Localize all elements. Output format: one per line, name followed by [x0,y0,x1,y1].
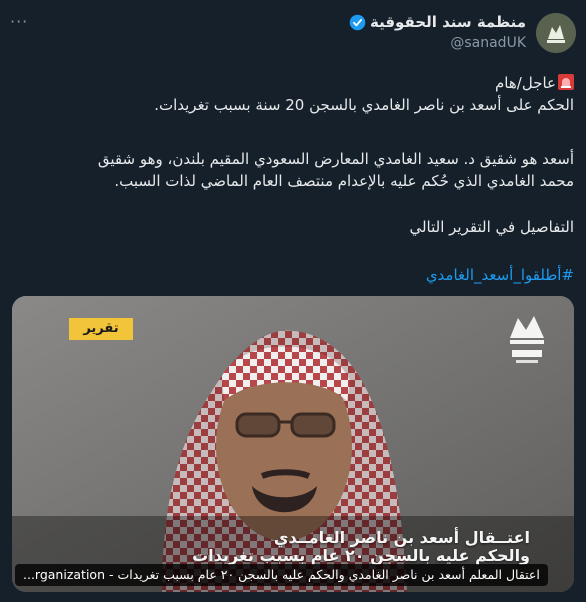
media-caption-line2: والحكم عليه بالسجن ٢٠ عام بسبب تغريدات [192,546,530,565]
sanad-logo-icon [504,310,550,366]
tweet-line: التفاصيل في التقرير التالي [409,218,574,236]
hashtag-link[interactable]: #أطلقوا_أسعد_الغامدي [12,264,574,286]
media-alt-text: اعتقال المعلم أسعد بن ناصر الغامدي والحك… [15,564,548,586]
tweet-line: محمد الغامدي الذي حُكم عليه بالإعدام منت… [114,172,574,190]
media-caption-line1: اعتــقال أسعد بن ناصر الغامــدي [273,528,530,547]
siren-icon [558,74,574,90]
author-name[interactable]: منظمة سند الحقوقية [370,13,526,31]
avatar[interactable] [536,13,576,53]
urgent-label: عاجل/هام [495,74,556,92]
tweet-line: أسعد هو شقيق د. سعيد الغامدي المعارض الس… [97,150,574,168]
media-image[interactable]: تقرير اعتــقال أسعد بن ناصر الغامــدي وا… [12,296,574,592]
author-name-row: منظمة سند الحقوقية [349,13,526,31]
author-handle[interactable]: @sanadUK [450,35,526,51]
more-options-icon[interactable]: ··· [10,12,28,31]
report-tag: تقرير [69,318,133,340]
verified-badge-icon [349,14,366,31]
tweet-line-urgent: عاجل/هام [12,72,574,94]
tweet-line: الحكم على أسعد بن ناصر الغامدي بالسجن 20… [154,96,574,114]
